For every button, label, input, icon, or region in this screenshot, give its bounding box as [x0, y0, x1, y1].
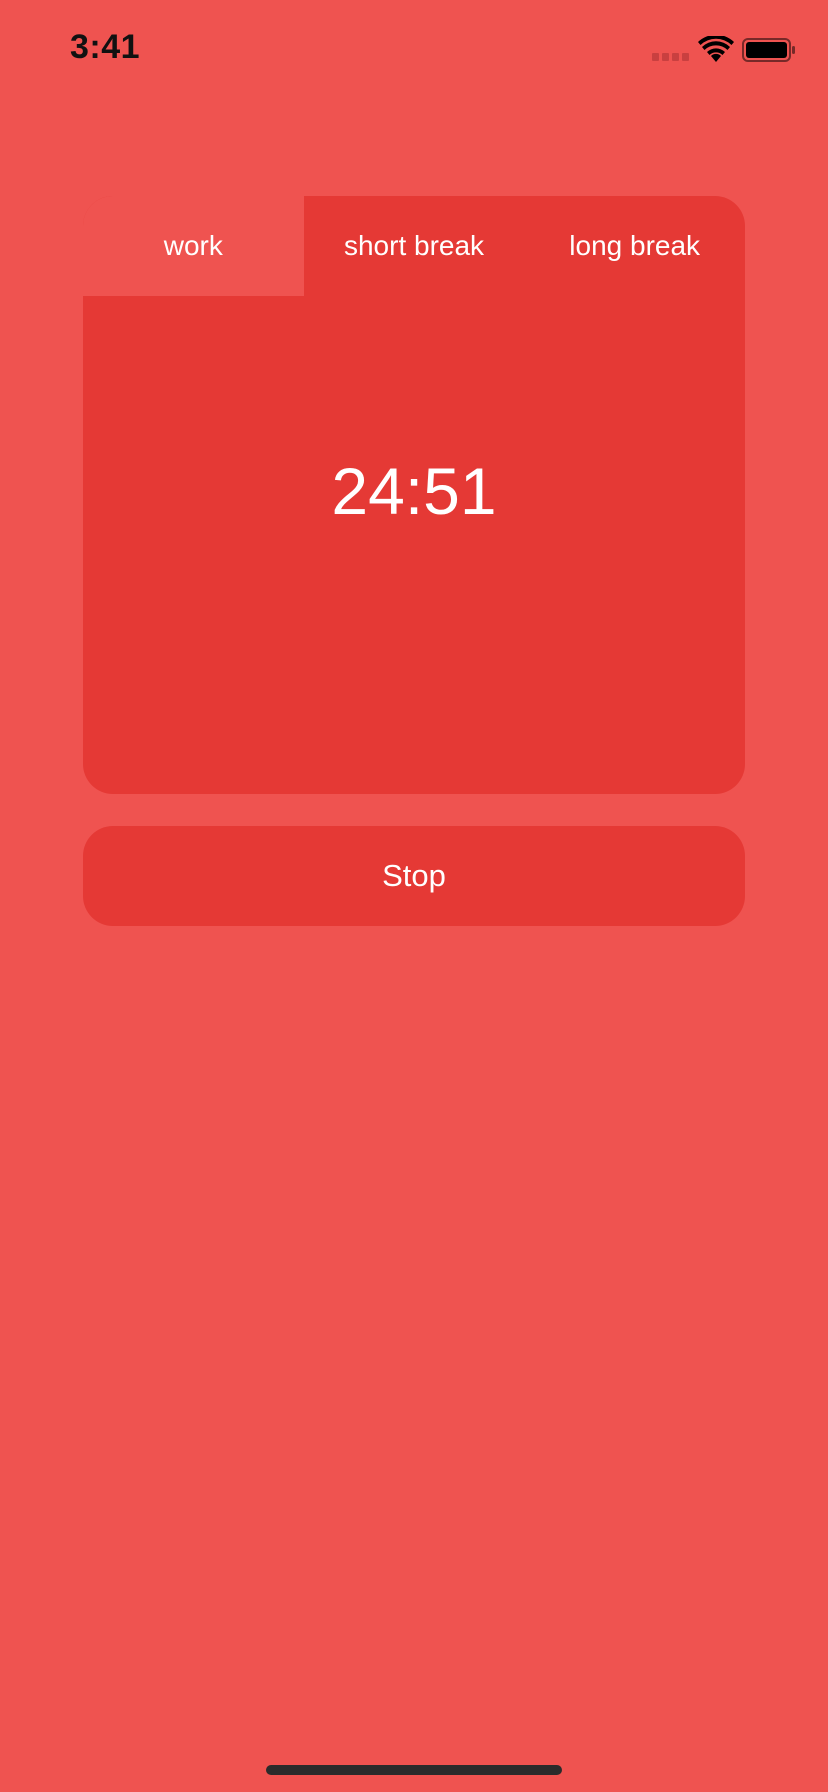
tab-short-break[interactable]: short break — [304, 196, 525, 296]
home-indicator[interactable] — [266, 1765, 562, 1775]
tab-work[interactable]: work — [83, 196, 304, 296]
wifi-icon — [698, 34, 734, 64]
battery-icon — [742, 38, 796, 62]
status-bar: 3:41 — [0, 0, 828, 100]
stop-button-label: Stop — [382, 858, 446, 893]
tab-long-break-label: long break — [569, 230, 701, 261]
tab-long-break[interactable]: long break — [524, 196, 745, 296]
timer-card: work short break long break 24:51 — [83, 196, 745, 794]
mode-tabs: work short break long break — [83, 196, 745, 296]
status-time: 3:41 — [70, 28, 141, 66]
tab-work-label: work — [163, 230, 223, 261]
timer-display: 24:51 — [331, 454, 497, 528]
cellular-signal-icon — [652, 53, 690, 63]
stop-button[interactable]: Stop — [83, 826, 745, 926]
tab-short-break-label: short break — [343, 230, 485, 261]
